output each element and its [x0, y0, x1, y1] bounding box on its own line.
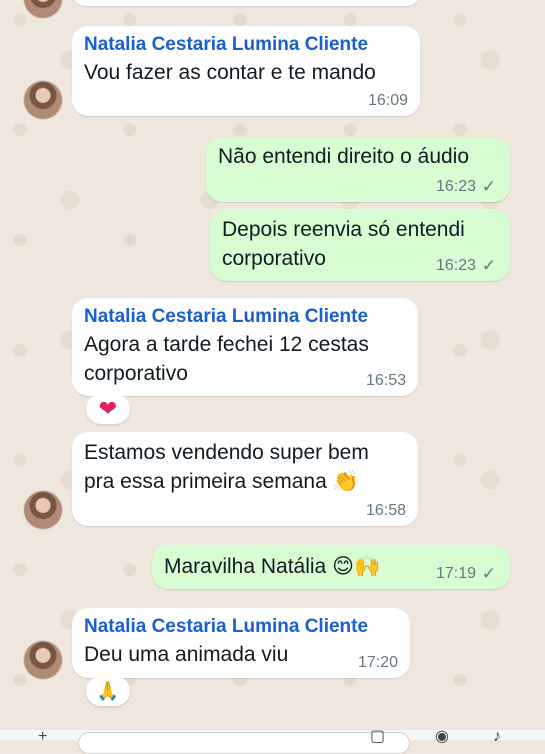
sticker-icon[interactable]: ▢ — [370, 726, 385, 746]
message-text: Agora a tarde fechei 12 cestas — [84, 333, 369, 356]
message-input[interactable] — [78, 732, 410, 754]
sender-name[interactable]: Natalia Cestaria Lumina Cliente — [84, 34, 368, 56]
heart-icon: ❤ — [98, 396, 118, 421]
message-text: corporativo — [222, 247, 326, 270]
message-time: 16:23 — [435, 257, 476, 274]
sender-name[interactable]: Natalia Cestaria Lumina Cliente — [84, 306, 368, 328]
message-time: 16:09 — [367, 92, 408, 109]
camera-icon[interactable]: ◉ — [435, 726, 449, 746]
read-check-icon: ✓ — [481, 177, 496, 196]
message-bubble-outgoing[interactable]: Não entendi direito o áudio 16:23 ✓ — [206, 138, 510, 202]
message-text: pra essa primeira semana 👏 — [84, 470, 359, 493]
avatar[interactable] — [24, 491, 62, 529]
message-bubble-outgoing[interactable]: Depois reenvia só entendi corporativo 16… — [210, 209, 510, 281]
mic-icon[interactable]: ♪ — [493, 728, 501, 746]
message-text: Depois reenvia só entendi — [222, 218, 465, 241]
avatar[interactable] — [24, 641, 62, 679]
sender-name[interactable]: Natalia Cestaria Lumina Cliente — [84, 616, 368, 638]
message-bubble-incoming[interactable]: Natalia Cestaria Lumina Cliente Vou faze… — [72, 26, 420, 116]
message-time: 17:20 — [357, 654, 398, 671]
message-text: corporativo — [84, 362, 188, 385]
message-time: 16:23 — [435, 178, 476, 195]
message-text: Estamos vendendo super bem — [84, 441, 369, 464]
message-time: 16:58 — [365, 502, 406, 519]
message-text: Não entendi direito o áudio — [218, 145, 470, 168]
pray-icon: 🙏 — [96, 681, 120, 701]
message-bubble-incoming[interactable]: Natalia Cestaria Lumina Cliente Agora a … — [72, 298, 418, 396]
read-check-icon: ✓ — [481, 564, 496, 583]
plus-icon[interactable]: + — [38, 728, 47, 746]
message-bubble-partial — [72, 0, 420, 6]
pray-reaction[interactable]: 🙏 — [86, 676, 130, 706]
avatar[interactable] — [24, 81, 62, 119]
message-bubble-incoming[interactable]: Estamos vendendo super bem pra essa prim… — [72, 432, 418, 526]
message-bubble-incoming[interactable]: Natalia Cestaria Lumina Cliente Deu uma … — [72, 608, 410, 678]
message-time: 17:19 — [435, 565, 476, 582]
message-text: Maravilha Natália 😊🙌 — [164, 555, 381, 578]
message-time: 16:53 — [365, 372, 406, 389]
message-bubble-outgoing[interactable]: Maravilha Natália 😊🙌 17:19 ✓ — [152, 545, 510, 589]
read-check-icon: ✓ — [481, 256, 496, 275]
message-text: Deu uma animada viu — [84, 643, 289, 666]
heart-reaction[interactable]: ❤ — [86, 394, 130, 424]
message-text: Vou fazer as contar e te mando — [84, 61, 376, 84]
